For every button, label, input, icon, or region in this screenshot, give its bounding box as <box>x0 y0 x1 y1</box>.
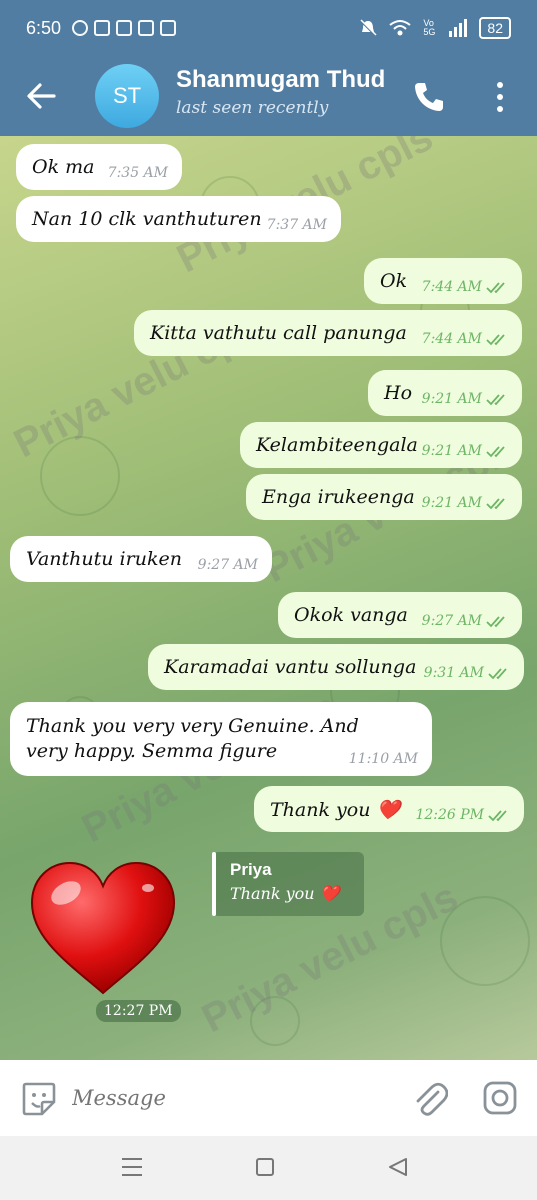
network-type: Vo 5G <box>423 18 436 37</box>
message-time: 9:21 AM <box>421 391 482 407</box>
message-bubble-incoming[interactable]: Nan 10 clk vanthuturen 7:37 AM <box>16 196 341 242</box>
double-check-icon <box>486 446 505 458</box>
phone-call-icon[interactable] <box>412 80 446 114</box>
message-text: Nan 10 clk vanthuturen <box>32 208 262 230</box>
double-check-icon <box>486 498 505 510</box>
telegram-icon <box>94 20 110 36</box>
more-vertical-icon[interactable] <box>492 80 508 114</box>
sticker-time: 12:27 PM <box>96 1000 181 1022</box>
recent-apps-icon[interactable] <box>120 1156 144 1178</box>
background-doodle <box>440 896 530 986</box>
reply-preview[interactable]: Priya Thank you ❤️ <box>212 852 364 916</box>
message-bubble-outgoing[interactable]: Okok vanga 9:27 AM <box>278 592 522 638</box>
message-time: 9:21 AM <box>421 495 482 511</box>
message-time: 12:26 PM <box>415 807 484 823</box>
message-input-bar <box>0 1060 537 1136</box>
play-store-icon <box>160 20 176 36</box>
double-check-icon <box>488 668 507 680</box>
red-heart-icon[interactable] <box>28 858 178 998</box>
message-text: Ok ma <box>32 156 95 178</box>
avatar[interactable]: ST <box>95 64 159 128</box>
reply-accent-bar <box>212 852 216 916</box>
message-bubble-outgoing[interactable]: Kelambiteengala 9:21 AM <box>240 422 522 468</box>
message-bubble-incoming[interactable]: Thank you very very Genuine. And very ha… <box>10 702 432 776</box>
message-bubble-outgoing[interactable]: Kitta vathutu call panunga 7:44 AM <box>134 310 522 356</box>
message-text: Karamadai vantu sollunga <box>164 656 417 678</box>
double-check-icon <box>486 334 505 346</box>
message-bubble-outgoing[interactable]: Ho 9:21 AM <box>368 370 522 416</box>
message-time: 7:44 AM <box>421 331 482 347</box>
message-time: 9:31 AM <box>423 665 484 681</box>
reply-text: Thank you ❤️ <box>230 884 340 903</box>
mute-icon <box>360 19 377 36</box>
message-text: Ok <box>380 270 408 292</box>
background-doodle <box>250 996 300 1046</box>
status-time: 6:50 <box>26 18 62 38</box>
message-bubble-outgoing[interactable]: Enga irukeenga 9:21 AM <box>246 474 522 520</box>
message-time: 9:27 AM <box>197 557 258 573</box>
phonepe-icon <box>138 20 154 36</box>
message-text: Vanthutu iruken <box>26 548 182 570</box>
wifi-icon <box>389 20 412 36</box>
background-doodle <box>40 436 120 516</box>
contact-name[interactable]: Shanmugam Thud <box>176 66 396 94</box>
messenger-icon <box>72 20 88 36</box>
message-time: 9:27 AM <box>421 613 482 629</box>
paytm-icon <box>116 20 132 36</box>
status-bar: 6:50 Vo 5G 82 <box>0 0 537 56</box>
message-time: 11:10 AM <box>348 751 418 767</box>
message-bubble-outgoing[interactable]: Karamadai vantu sollunga 9:31 AM <box>148 644 524 690</box>
message-bubble-outgoing[interactable]: Ok 7:44 AM <box>364 258 522 304</box>
battery-icon: 82 <box>479 17 511 39</box>
last-seen-status: last seen recently <box>176 98 329 118</box>
reply-sender-name: Priya <box>230 860 272 879</box>
camera-icon[interactable] <box>482 1080 518 1116</box>
message-text: Thank you ❤️ <box>270 799 401 821</box>
message-text: Kelambiteengala <box>256 434 418 456</box>
chat-area[interactable]: Priya velu cpls Priya velu cpls Priya ve… <box>0 136 537 1060</box>
back-arrow-icon[interactable] <box>26 78 58 114</box>
message-bubble-incoming[interactable]: Ok ma 7:35 AM <box>16 144 182 190</box>
message-text: Ho <box>384 382 413 404</box>
message-time: 7:37 AM <box>266 217 327 233</box>
message-text: Enga irukeenga <box>262 486 415 508</box>
paperclip-icon[interactable] <box>412 1080 448 1118</box>
sticker-emoji-icon[interactable] <box>20 1080 58 1118</box>
message-bubble-incoming[interactable]: Vanthutu iruken 9:27 AM <box>10 536 272 582</box>
system-nav-bar <box>0 1136 537 1200</box>
notification-icons <box>72 20 176 36</box>
message-time: 7:44 AM <box>421 279 482 295</box>
message-time: 9:21 AM <box>421 443 482 459</box>
double-check-icon <box>486 616 505 628</box>
message-text: Kitta vathutu call panunga <box>150 322 407 344</box>
message-text: Okok vanga <box>294 604 408 626</box>
nav-back-icon[interactable] <box>386 1156 410 1178</box>
chat-header: ST Shanmugam Thud last seen recently <box>0 56 537 136</box>
system-icons: Vo 5G 82 <box>359 17 511 39</box>
double-check-icon <box>486 282 505 294</box>
home-icon[interactable] <box>256 1158 274 1176</box>
double-check-icon <box>488 810 507 822</box>
message-time: 7:35 AM <box>107 165 168 181</box>
message-bubble-outgoing[interactable]: Thank you ❤️ 12:26 PM <box>254 786 524 832</box>
double-check-icon <box>486 394 505 406</box>
message-input[interactable] <box>72 1078 392 1118</box>
signal-icon <box>449 19 468 37</box>
